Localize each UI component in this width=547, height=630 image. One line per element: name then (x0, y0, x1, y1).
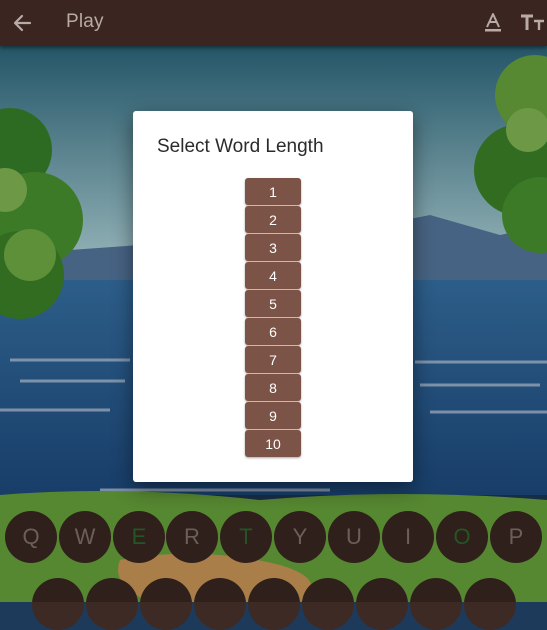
length-option-10[interactable]: 10 (245, 430, 301, 457)
length-option-5[interactable]: 5 (245, 290, 301, 317)
length-option-4[interactable]: 4 (245, 262, 301, 289)
word-length-dialog: Select Word Length 1 2 3 4 5 6 7 8 9 10 (133, 111, 413, 482)
length-option-3[interactable]: 3 (245, 234, 301, 261)
length-option-1[interactable]: 1 (245, 178, 301, 205)
length-option-7[interactable]: 7 (245, 346, 301, 373)
length-option-6[interactable]: 6 (245, 318, 301, 345)
length-option-2[interactable]: 2 (245, 206, 301, 233)
arrow-back-icon[interactable] (8, 8, 38, 38)
length-option-9[interactable]: 9 (245, 402, 301, 429)
length-option-8[interactable]: 8 (245, 374, 301, 401)
app-bar: Play (0, 0, 547, 46)
font-color-icon[interactable] (480, 9, 506, 35)
page-title: Play (66, 11, 104, 32)
dialog-title: Select Word Length (157, 136, 324, 157)
text-size-icon[interactable] (518, 9, 546, 35)
